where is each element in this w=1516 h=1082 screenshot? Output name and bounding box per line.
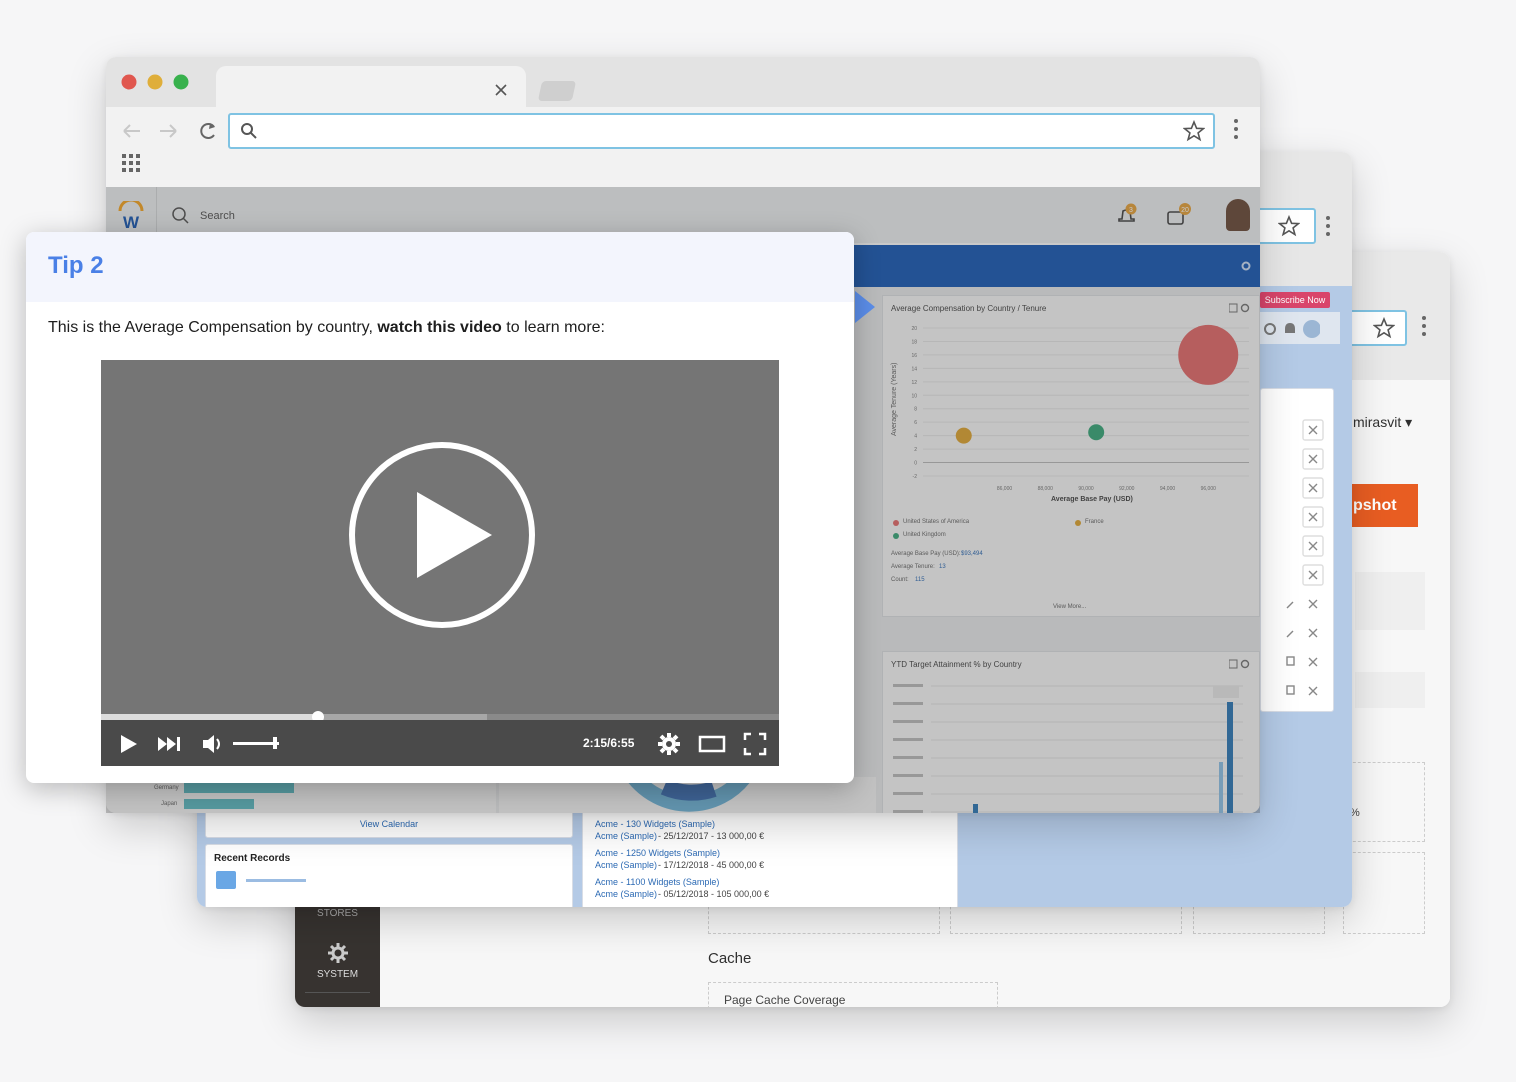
stat-box: % (1343, 762, 1425, 842)
tip-text: to learn more: (501, 319, 605, 336)
menu-kebab-icon[interactable] (1420, 314, 1428, 338)
record-link-0[interactable]: Acme - 130 Widgets (Sample) (595, 819, 715, 829)
menu-kebab-icon[interactable] (1324, 214, 1332, 238)
address-bar[interactable] (228, 113, 1215, 149)
star-icon[interactable] (1373, 317, 1395, 339)
record-avatar-icon (216, 871, 236, 889)
tip-text-bold: watch this video (377, 319, 502, 336)
video-controls: 2:15/6:55 (101, 720, 779, 766)
snapshot-button[interactable]: pshot (1345, 484, 1418, 527)
tab-bar (106, 57, 1260, 107)
close-icon[interactable] (494, 83, 508, 97)
header-icons (1264, 320, 1320, 338)
record-detail-1: - 17/12/2018 - 45 000,00 € (658, 860, 765, 870)
record-action-list (1260, 388, 1334, 712)
video-player[interactable]: 2:15/6:55 (101, 360, 779, 766)
stat-box (1343, 852, 1425, 934)
theater-mode-icon[interactable] (698, 735, 726, 753)
sidebar-item-system[interactable]: SYSTEM (295, 969, 380, 980)
record-link-placeholder[interactable] (246, 879, 306, 882)
subscribe-button[interactable]: Subscribe Now (1260, 292, 1330, 308)
star-icon[interactable] (1278, 215, 1300, 237)
admin-sidebar: STORES SYSTEM (295, 892, 380, 1007)
window-controls[interactable] (120, 74, 192, 90)
play-icon[interactable] (119, 734, 139, 754)
new-tab-button[interactable] (537, 81, 577, 101)
record-link-2[interactable]: Acme - 1100 Widgets (Sample) (595, 877, 719, 887)
volume-icon[interactable] (201, 733, 227, 755)
recent-records-title: Recent Records (214, 853, 291, 864)
search-icon (241, 123, 257, 139)
star-icon[interactable] (1183, 120, 1205, 142)
gear-icon (328, 943, 348, 963)
tip-pointer-arrow (855, 291, 875, 323)
page-cache-box: Page Cache Coverage (708, 982, 998, 1007)
tip-header (26, 232, 854, 302)
user-menu[interactable]: mirasvit ▾ (1353, 414, 1412, 431)
record-account-1[interactable]: Acme (Sample) (595, 860, 657, 870)
opportunities-card: Acme - 130 Widgets (Sample) Acme (Sample… (582, 808, 958, 907)
sidebar-item-stores[interactable]: STORES (295, 908, 380, 919)
cache-heading: Cache (708, 950, 752, 967)
settings-gear-icon[interactable] (657, 732, 681, 756)
video-time: 2:15/6:55 (583, 736, 635, 750)
skip-next-icon[interactable] (157, 735, 183, 753)
record-detail-0: - 25/12/2017 - 13 000,00 € (658, 831, 765, 841)
admin-block (1355, 672, 1425, 708)
menu-kebab-icon[interactable] (1232, 117, 1240, 141)
tip-title: Tip 2 (48, 252, 104, 279)
page-cache-label: Page Cache Coverage (724, 993, 846, 1007)
play-overlay-icon[interactable] (347, 440, 537, 630)
sf-toolbar (1260, 312, 1340, 344)
apps-grid-icon[interactable] (122, 154, 142, 174)
view-calendar-link[interactable]: View Calendar (206, 819, 572, 829)
tip-text: This is the Average Compensation by coun… (48, 319, 378, 336)
action-buttons[interactable] (1261, 389, 1333, 709)
tab-active[interactable] (216, 66, 526, 107)
address-bar-edge[interactable] (1252, 208, 1316, 244)
nav-buttons[interactable] (120, 119, 220, 143)
address-bar-edge[interactable] (1343, 310, 1407, 346)
fullscreen-icon[interactable] (743, 732, 767, 756)
volume-slider[interactable] (233, 735, 283, 751)
tip-body: This is the Average Compensation by coun… (48, 319, 605, 337)
record-link-1[interactable]: Acme - 1250 Widgets (Sample) (595, 848, 720, 858)
admin-block (1355, 572, 1425, 630)
sidebar-divider (305, 992, 370, 993)
record-account-0[interactable]: Acme (Sample) (595, 831, 657, 841)
browser-toolbar (106, 107, 1260, 187)
record-account-2[interactable]: Acme (Sample) (595, 889, 657, 899)
tip-popup: Tip 2 This is the Average Compensation b… (26, 232, 854, 783)
recent-records-card: Recent Records (205, 844, 573, 907)
record-detail-2: - 05/12/2018 - 105 000,00 € (658, 889, 770, 899)
